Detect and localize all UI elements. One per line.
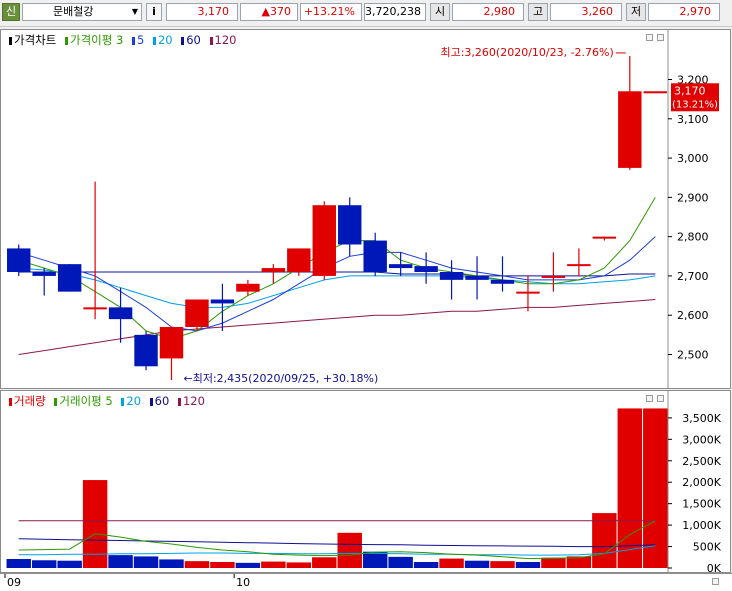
candle-body [57,264,82,292]
open-label: 시 [430,3,450,21]
current-price: 3,170 [166,3,238,21]
candle-body [7,248,31,272]
volume-bar [57,560,82,568]
candle-body [83,307,107,310]
stock-name: 문배철강 [53,5,94,18]
volume-bar [31,560,57,568]
volume-bar [592,513,617,568]
resize-handle-icon[interactable] [712,578,719,585]
volume-bar [464,560,490,568]
change-rate: +13.21% [300,3,362,21]
current-price-label: 3,170 [674,84,706,97]
volume-tick-label: 500K [693,541,722,554]
volume-tick-label: 2,000K [682,476,721,489]
candle-body [414,266,438,272]
candle-body [465,275,489,280]
low-annotation: ←최저:2,435(2020/09/25, +30.18%) [184,372,379,385]
volume-bar [108,555,133,568]
stock-toolbar: 신 문배철강 ▼ i 3,170 ▲370 +13.21% 3,720,238 … [0,0,732,27]
price-tick-label: 2,600 [677,309,709,322]
volume-bar [643,408,668,568]
volume-bar [362,551,388,568]
candle-body [159,327,184,359]
volume-bar [490,561,515,568]
open-value: 2,980 [452,3,524,21]
volume-bar [388,556,413,568]
volume-chart-svg: 0K 500K 1,000K 1,500K 2,000K 2,500K 3,000K 3,50… [6,391,722,572]
volume-tick-label: 0K [707,562,722,572]
low-label: 저 [626,3,646,21]
current-rate-label: (13.21%) [672,99,718,110]
candle-body [210,299,235,304]
high-annotation: 최고:3,260(2020/10/23, -2.76%) [440,46,613,59]
price-tick-label: 3,000 [677,152,709,165]
candle-body [592,236,617,239]
volume-tick-label: 2,500K [682,455,721,468]
x-axis-svg: 09 10 [4,574,250,589]
candle-body [643,91,667,94]
price-tick-label: 2,900 [677,191,709,204]
candle-body [32,272,56,276]
dropdown-arrow-icon[interactable]: ▼ [132,4,138,20]
volume-bar [133,556,159,568]
candle-body [439,272,464,280]
low-value: 2,970 [648,3,720,21]
volume-bar [210,561,235,568]
high-value: 3,260 [550,3,622,21]
price-tick-label: 2,800 [677,231,709,244]
candle-body [185,299,209,327]
candle-body [236,283,260,292]
volume-bar [439,558,464,568]
volume-ma5-line [18,520,656,560]
price-ma60-line [18,271,656,277]
volume-bar [159,559,184,568]
x-tick-label: 09 [7,576,21,589]
volume-chart-panel: 거래량 거래이평 5 20 60 120 0K 500K 1,000K 1,500K 2… [0,390,731,573]
candle-body [261,268,286,272]
stock-name-field[interactable]: 문배철강 ▼ [22,3,142,21]
price-tick-label: 3,100 [677,113,709,126]
price-chart-svg: 2,5002,6002,7002,8002,9003,0003,1003,200… [7,30,719,388]
candle-body [541,275,566,278]
volume-bar [6,558,31,568]
volume-bar [312,557,337,568]
volume-bar [286,562,312,568]
candle-body [287,248,311,272]
volume-tick-label: 3,000K [682,433,721,446]
candle-body [490,279,515,284]
volume-bar [261,561,286,568]
volume-tick-label: 1,000K [682,519,721,532]
volume-bar [617,408,643,568]
volume-bar [82,480,108,568]
x-axis-strip: 09 10 [0,573,732,591]
volume-bar [184,561,210,568]
trade-volume: 3,720,238 [364,3,426,21]
candle-body [108,307,133,320]
volume-ma20-line [18,545,656,556]
candle-body [618,91,642,168]
candle-body [388,264,413,269]
volume-bar [413,561,439,568]
price-chart-panel: 가격차트 가격이평 3 5 20 60 120 2,500 2,600 2,700 2… [0,29,731,389]
high-label: 고 [528,3,548,21]
volume-tick-label: 1,500K [682,498,721,511]
volume-bar [337,532,362,568]
price-change: ▲370 [240,3,298,21]
volume-bar [235,562,261,568]
price-tick-label: 2,500 [677,349,709,362]
volume-ma60-line [18,538,656,548]
candle-body [338,205,362,245]
candle-body [567,264,591,267]
candle-body [516,291,540,294]
volume-tick-label: 3,500K [682,412,721,425]
price-tick-label: 2,700 [677,270,709,283]
candle-body [363,240,387,272]
market-badge: 신 [2,3,20,21]
x-tick-label: 10 [236,576,250,589]
candle-body [134,334,158,367]
candle-body [312,205,336,276]
info-button[interactable]: i [146,3,162,21]
volume-bar [515,561,541,568]
volume-bar [541,557,566,568]
